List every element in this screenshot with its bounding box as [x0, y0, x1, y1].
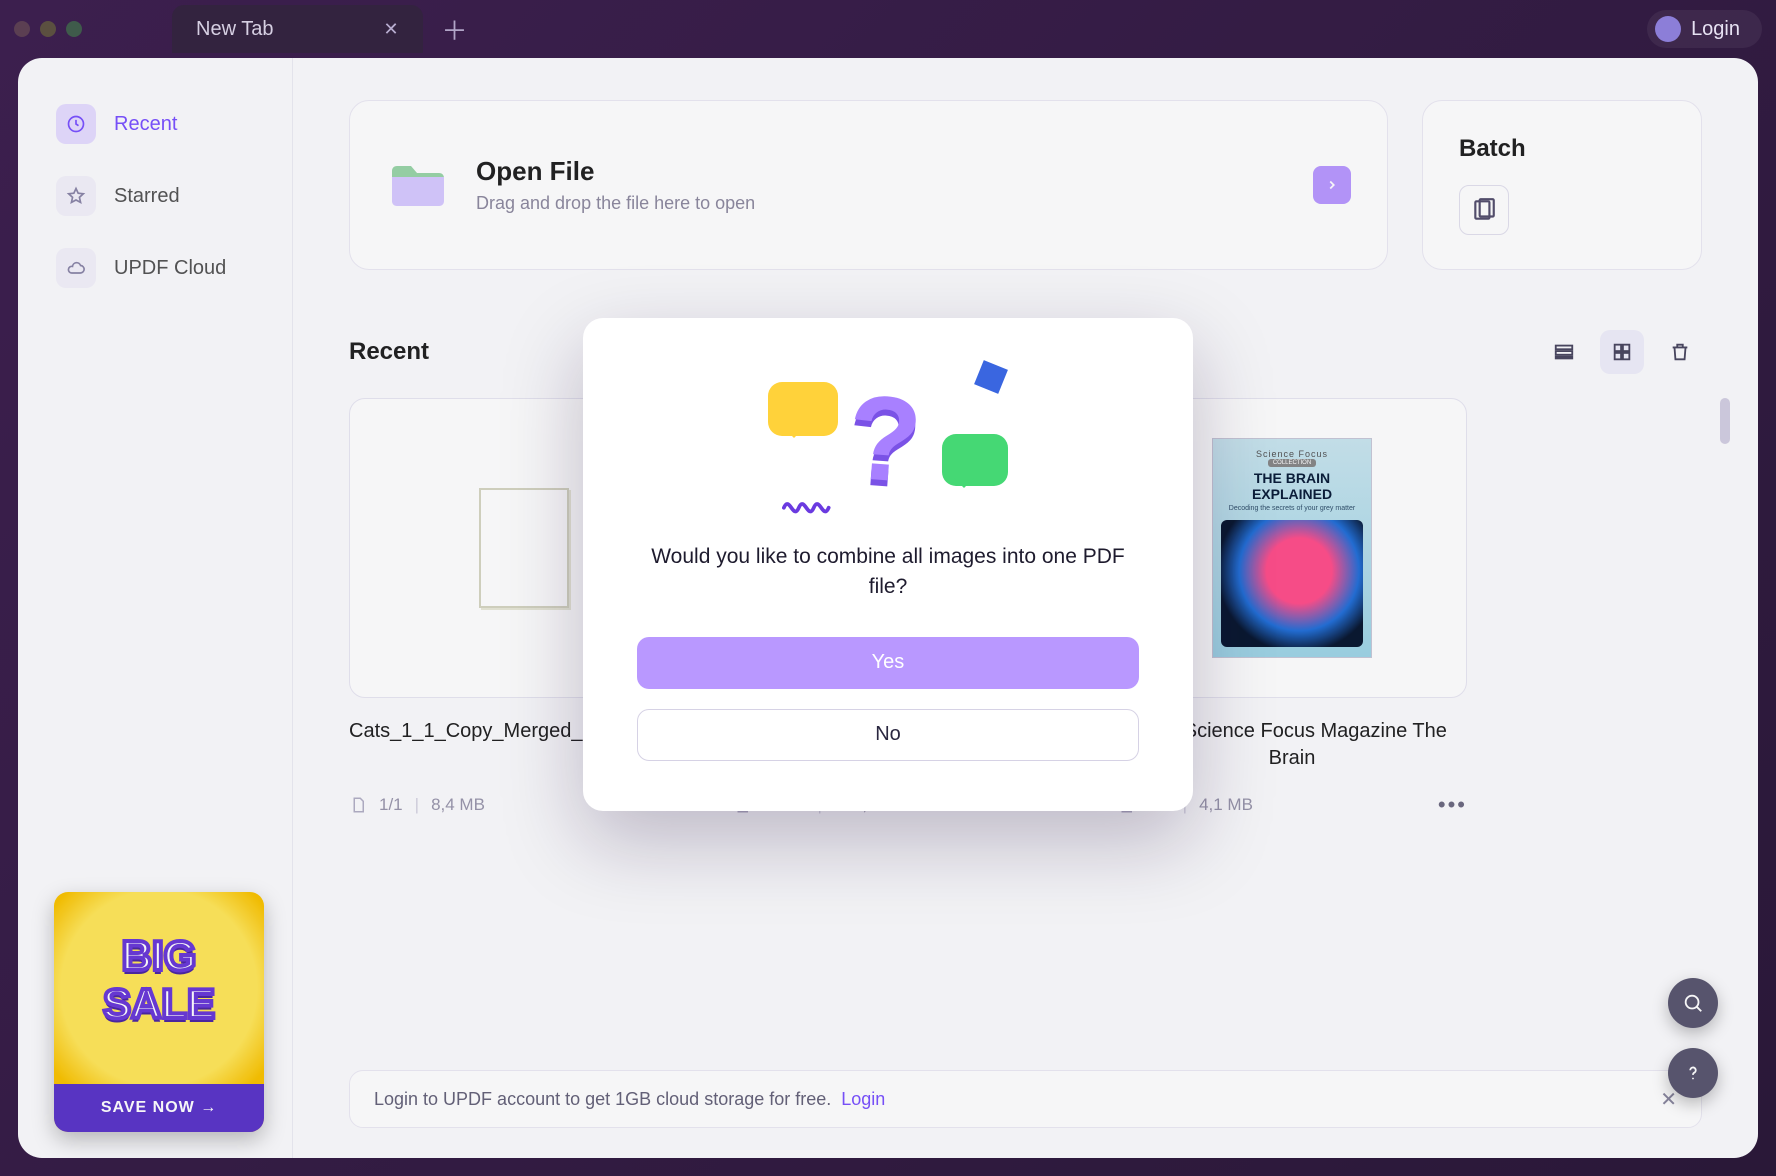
tab-title: New Tab: [196, 18, 273, 41]
titlebar: New Tab ✕ ＋ Login: [0, 0, 1776, 58]
combine-images-dialog: ? Would you like to combine all images i…: [583, 318, 1193, 811]
dialog-message: Would you like to combine all images int…: [637, 542, 1139, 603]
dialog-illustration: ?: [768, 364, 1008, 514]
close-tab-icon[interactable]: ✕: [383, 19, 398, 40]
tab[interactable]: New Tab ✕: [172, 5, 423, 53]
login-label: Login: [1691, 18, 1740, 41]
speech-bubble-icon: [942, 434, 1008, 486]
window-controls: [14, 21, 82, 37]
app-window: Recent Starred UPDF Cloud Open File: [18, 58, 1758, 1158]
no-button[interactable]: No: [637, 709, 1139, 761]
new-tab-button[interactable]: ＋: [441, 15, 469, 43]
login-chip[interactable]: Login: [1647, 10, 1762, 48]
question-mark-icon: ?: [843, 368, 926, 511]
zoom-window-button[interactable]: [66, 21, 82, 37]
close-window-button[interactable]: [14, 21, 30, 37]
yes-button[interactable]: Yes: [637, 637, 1139, 689]
squiggle-icon: [782, 492, 838, 516]
minimize-window-button[interactable]: [40, 21, 56, 37]
avatar-icon: [1655, 16, 1681, 42]
cube-icon: [974, 360, 1008, 394]
speech-bubble-icon: [768, 382, 838, 436]
